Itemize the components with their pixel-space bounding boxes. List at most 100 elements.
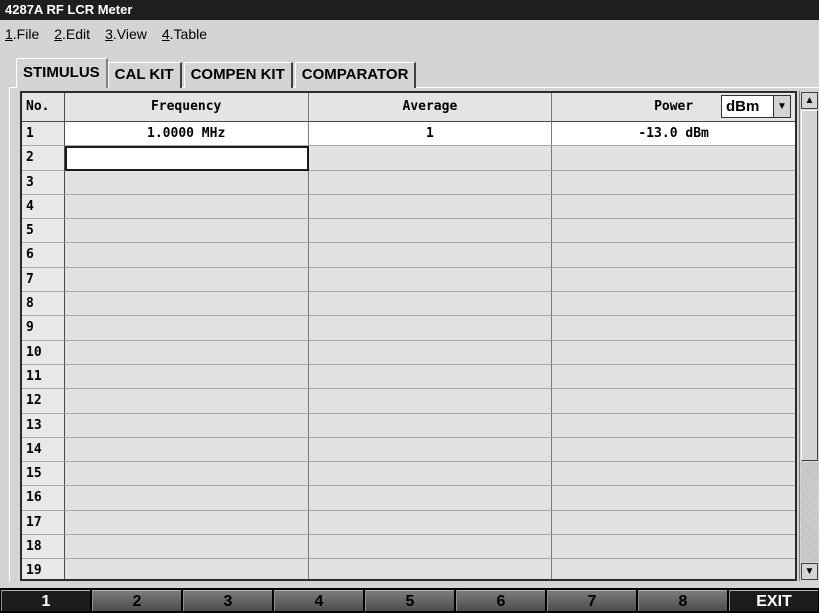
frequency-cell[interactable] [64,243,309,268]
power-cell[interactable]: -13.0 dBm [552,122,795,147]
power-cell[interactable] [552,292,795,317]
frequency-cell[interactable] [64,170,309,195]
average-cell[interactable] [308,510,553,536]
header-power[interactable]: Power dBm ▼ [552,93,795,122]
power-cell[interactable] [552,389,795,414]
average-cell[interactable] [308,340,553,365]
softkey-3[interactable]: 3 [183,590,272,611]
row-number: 1 [22,122,65,147]
power-unit-select[interactable]: dBm ▼ [721,95,791,118]
frequency-cell[interactable] [64,559,309,579]
average-cell[interactable] [308,316,553,341]
softkey-5[interactable]: 5 [365,590,454,611]
frequency-cell[interactable] [64,413,309,438]
table-row: 15 [22,462,795,487]
vertical-scrollbar[interactable]: ▲ ▼ [799,91,818,581]
tab-compen-kit[interactable]: COMPEN KIT [183,62,293,88]
header-frequency[interactable]: Frequency [64,93,309,122]
table-row: 19 [22,559,795,579]
scroll-up-arrow-icon[interactable]: ▲ [801,92,818,109]
tab-comparator[interactable]: COMPARATOR [294,62,417,88]
average-cell[interactable] [308,535,553,560]
power-cell[interactable] [552,413,795,438]
tab-cal-kit[interactable]: CAL KIT [107,62,182,88]
frequency-cell[interactable] [64,486,309,511]
softkey-2[interactable]: 2 [92,590,181,611]
menu-file[interactable]: 1.File [2,20,42,48]
power-cell[interactable] [552,437,795,463]
menu-edit-label: .Edit [62,26,91,42]
power-cell[interactable] [552,219,795,244]
average-cell[interactable] [308,437,553,463]
frequency-cell[interactable] [64,437,309,463]
power-cell[interactable] [552,486,795,511]
tab-stimulus[interactable]: STIMULUS [16,58,108,88]
average-cell[interactable]: 1 [308,122,553,147]
power-cell[interactable] [552,559,795,579]
average-cell[interactable] [308,194,553,220]
average-cell[interactable] [308,170,553,195]
average-cell[interactable] [308,413,553,438]
frequency-cell[interactable] [64,146,309,171]
power-cell[interactable] [552,340,795,365]
scroll-track[interactable] [801,462,818,562]
frequency-cell[interactable] [64,219,309,244]
power-cell[interactable] [552,170,795,195]
power-cell[interactable] [552,510,795,536]
average-cell[interactable] [308,559,553,579]
softkey-exit[interactable]: EXIT [729,590,818,611]
frequency-cell[interactable] [64,462,309,487]
softkey-6[interactable]: 6 [456,590,545,611]
table-row: 8 [22,292,795,317]
softkey-4[interactable]: 4 [274,590,363,611]
frequency-cell[interactable] [64,316,309,341]
table-row: 4 [22,194,795,220]
average-cell[interactable] [308,462,553,487]
power-cell[interactable] [552,194,795,220]
average-cell[interactable] [308,267,553,293]
row-number: 7 [22,267,65,293]
scroll-thumb[interactable] [801,110,818,461]
power-cell[interactable] [552,267,795,293]
menu-edit[interactable]: 2.Edit [51,20,93,48]
frequency-cell[interactable] [64,292,309,317]
scroll-down-arrow-icon[interactable]: ▼ [801,563,818,580]
average-cell[interactable] [308,389,553,414]
menu-view[interactable]: 3.View [102,20,150,48]
power-cell[interactable] [552,535,795,560]
average-cell[interactable] [308,486,553,511]
power-cell[interactable] [552,364,795,390]
menu-table[interactable]: 4.Table [159,20,210,48]
average-cell[interactable] [308,146,553,171]
softkey-8[interactable]: 8 [638,590,727,611]
dropdown-arrow-icon[interactable]: ▼ [773,96,790,117]
frequency-cell[interactable] [64,194,309,220]
softkey-7[interactable]: 7 [547,590,636,611]
row-number: 15 [22,462,65,487]
power-cell[interactable] [552,462,795,487]
row-number: 5 [22,219,65,244]
power-cell[interactable] [552,243,795,268]
power-unit-value: dBm [726,98,760,115]
frequency-cell[interactable] [64,364,309,390]
frequency-cell[interactable] [64,510,309,536]
frequency-cell[interactable]: 1.0000 MHz [64,122,309,147]
table-row: 13 [22,413,795,438]
frequency-cell[interactable] [64,267,309,293]
frequency-cell[interactable] [64,389,309,414]
header-average[interactable]: Average [308,93,553,122]
menu-file-key: 1 [5,26,13,42]
softkey-1[interactable]: 1 [1,590,90,611]
frequency-cell[interactable] [64,535,309,560]
table-row: 12 [22,389,795,414]
average-cell[interactable] [308,219,553,244]
frequency-cell[interactable] [64,340,309,365]
row-number: 2 [22,146,65,171]
average-cell[interactable] [308,243,553,268]
average-cell[interactable] [308,292,553,317]
stimulus-table: No. Frequency Average Power dBm ▼ 1 1.000… [20,91,797,581]
average-cell[interactable] [308,364,553,390]
table-row: 7 [22,267,795,293]
power-cell[interactable] [552,146,795,171]
power-cell[interactable] [552,316,795,341]
